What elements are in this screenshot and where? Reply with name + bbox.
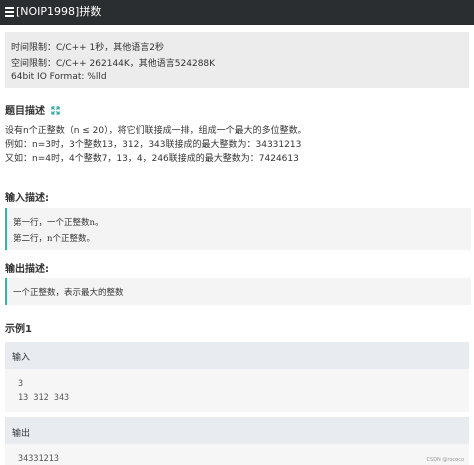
input-description-heading: 输入描述: [5,193,49,204]
space-limit: 空间限制：C/C++ 262144K，其他语言524288K [11,59,216,69]
example-input-header: 输入 [5,342,469,369]
example-output-value: 34331213 [18,454,59,464]
expand-icon[interactable] [51,106,61,115]
example-output-block[interactable]: 34331213 [5,444,469,465]
input-description-line-1: 第一行，一个正整数n。 [13,218,104,228]
description-line-1: 设有n个正整数（n ≤ 20），将它们联接成一排，组成一个最大的多位整数。 [5,126,307,136]
description-line-3: 又如：n=4时，4个整数7，13，4，246联接成的最大整数为：7424613 [5,154,299,164]
input-description-block: 第一行，一个正整数n。 第二行，n个正整数。 [5,208,471,250]
output-description-heading: 输出描述: [5,264,49,275]
example-input-line-1: 3 [18,379,24,389]
limits-panel: 时间限制：C/C++ 1秒，其他语言2秒 空间限制：C/C++ 262144K，… [5,32,469,88]
problem-title: [NOIP1998]拼数 [16,5,102,18]
time-limit: 时间限制：C/C++ 1秒，其他语言2秒 [11,43,164,53]
example-input-block[interactable]: 3 13 312 343 [5,369,469,412]
example-output-label: 输出 [12,429,31,439]
watermark: CSDN @rococo [426,457,464,463]
example-output-header: 输出 [5,417,469,444]
output-description-block: 一个正整数，表示最大的整数 [5,278,471,305]
problem-description-title: 题目描述 [5,106,45,117]
menu-icon[interactable] [5,7,14,17]
output-description-line-1: 一个正整数，表示最大的整数 [13,288,124,298]
top-bar: [NOIP1998]拼数 [0,0,474,25]
input-description-line-2: 第二行，n个正整数。 [13,234,95,244]
description-line-2: 例如：n=3时，3个整数13，312，343联接成的最大整数为：34331213 [5,140,302,150]
example-input-label: 输入 [12,353,31,363]
example-input-line-2: 13 312 343 [18,393,70,403]
io-format: 64bit IO Format: %lld [11,72,107,82]
example-heading: 示例1 [5,324,32,335]
problem-description-heading: 题目描述 [5,102,61,117]
